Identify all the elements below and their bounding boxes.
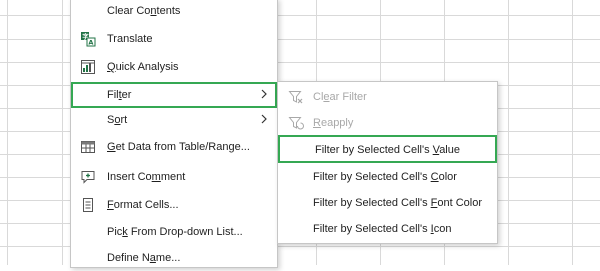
menu-item-label: Filter by Selected Cell's Value xyxy=(315,144,460,156)
submenu-item-filter-by-icon[interactable]: Filter by Selected Cell's Icon xyxy=(278,216,497,242)
translate-icon: 字 A xyxy=(81,32,96,47)
menu-item-sort[interactable]: Sort xyxy=(71,107,277,133)
menu-item-label: Define Name... xyxy=(107,252,181,264)
reapply-icon xyxy=(288,117,304,130)
menu-item-clear-contents[interactable]: Clear Contents xyxy=(71,0,277,24)
menu-item-label: Get Data from Table/Range... xyxy=(107,141,250,153)
chevron-right-icon xyxy=(261,114,267,124)
submenu-item-filter-by-value[interactable]: Filter by Selected Cell's Value xyxy=(278,135,497,163)
menu-item-label: Clear Filter xyxy=(313,91,367,103)
menu-item-label: Insert Comment xyxy=(107,171,186,183)
menu-item-label: Pick From Drop-down List... xyxy=(107,226,243,238)
menu-item-label: Sort xyxy=(107,114,128,126)
context-menu: Clear Contents 字 A Translate Quick Analy… xyxy=(70,0,278,268)
svg-text:A: A xyxy=(88,39,93,47)
submenu-item-filter-by-font-color[interactable]: Filter by Selected Cell's Font Color xyxy=(278,190,497,216)
menu-item-label: Clear Contents xyxy=(107,5,181,17)
menu-item-label: Reapply xyxy=(313,117,354,129)
submenu-item-reapply[interactable]: Reapply xyxy=(278,110,497,136)
menu-item-label: Filter by Selected Cell's Font Color xyxy=(313,197,483,209)
menu-item-quick-analysis[interactable]: Quick Analysis xyxy=(71,54,277,80)
submenu-item-filter-by-color[interactable]: Filter by Selected Cell's Color xyxy=(278,164,497,190)
submenu-item-clear-filter[interactable]: Clear Filter xyxy=(278,84,497,110)
table-icon xyxy=(81,141,95,153)
menu-item-format-cells[interactable]: Format Cells... xyxy=(71,192,277,218)
menu-item-label: Quick Analysis xyxy=(107,61,179,73)
comment-icon xyxy=(81,171,95,184)
chevron-right-icon xyxy=(261,89,267,99)
menu-item-insert-comment[interactable]: Insert Comment xyxy=(71,164,277,190)
menu-item-label: Format Cells... xyxy=(107,199,179,211)
clear-filter-icon xyxy=(288,91,303,104)
menu-item-define-name[interactable]: Define Name... xyxy=(71,245,277,271)
menu-item-label: Translate xyxy=(107,33,153,45)
menu-item-label: Filter by Selected Cell's Color xyxy=(313,171,457,183)
menu-item-get-data-from-table[interactable]: Get Data from Table/Range... xyxy=(71,134,277,160)
menu-item-translate[interactable]: 字 A Translate xyxy=(71,26,277,52)
menu-item-label: Filter by Selected Cell's Icon xyxy=(313,223,452,235)
menu-item-filter[interactable]: Filter xyxy=(71,82,277,108)
format-cells-icon xyxy=(83,198,93,212)
menu-item-label: Filter xyxy=(107,89,132,101)
menu-item-pick-from-drop-down-list[interactable]: Pick From Drop-down List... xyxy=(71,219,277,245)
quick-analysis-icon xyxy=(81,60,95,74)
filter-submenu: Clear Filter Reapply Filter by Selected … xyxy=(277,81,498,244)
